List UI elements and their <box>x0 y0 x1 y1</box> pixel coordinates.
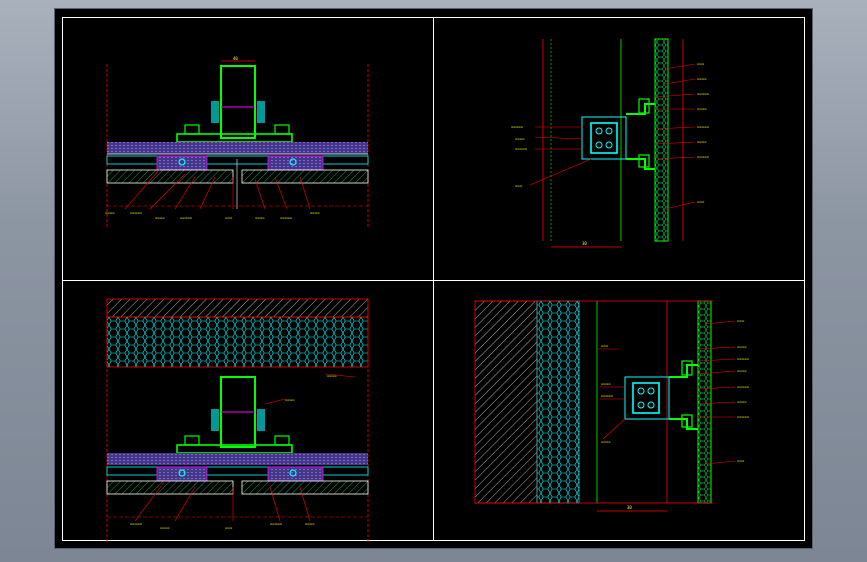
svg-text:=====: ===== <box>601 393 614 398</box>
svg-text:40: 40 <box>233 56 238 61</box>
svg-text:====: ==== <box>327 373 337 378</box>
svg-text:====: ==== <box>697 139 707 144</box>
svg-text:====: ==== <box>105 210 115 215</box>
svg-text:====: ==== <box>601 381 611 386</box>
svg-text:====: ==== <box>255 215 265 220</box>
svg-text:===: === <box>515 183 523 188</box>
svg-text:30: 30 <box>582 241 587 246</box>
svg-text:=====: ===== <box>697 91 710 96</box>
svg-text:===: === <box>601 343 609 348</box>
cad-sheet: 40 ==== ===== ==== ===== === ==== ===== … <box>55 9 812 548</box>
svg-text:====: ==== <box>737 368 747 373</box>
view-top-right: 30 ===== ==== ===== === === ==== ===== =… <box>511 38 710 248</box>
svg-text:=====: ===== <box>511 124 524 129</box>
svg-text:====: ==== <box>155 215 165 220</box>
svg-text:30: 30 <box>627 505 632 510</box>
view-top-left: 40 ==== ===== ==== ===== === ==== ===== … <box>105 56 369 229</box>
svg-text:====: ==== <box>697 106 707 111</box>
svg-text:=====: ===== <box>270 521 283 526</box>
svg-text:=====: ===== <box>697 124 710 129</box>
svg-text:====: ==== <box>737 344 747 349</box>
svg-text:====: ==== <box>310 210 320 215</box>
view-bottom-left: ===== ==== === ===== ==== ==== ==== <box>106 298 369 544</box>
svg-text:====: ==== <box>697 76 707 81</box>
svg-text:=====: ===== <box>130 210 143 215</box>
svg-text:====: ==== <box>515 136 525 141</box>
svg-text:=====: ===== <box>180 215 193 220</box>
svg-text:=====: ===== <box>737 384 750 389</box>
svg-text:=====: ===== <box>697 154 710 159</box>
svg-text:=====: ===== <box>515 146 528 151</box>
svg-text:===: === <box>737 318 745 323</box>
svg-text:====: ==== <box>285 397 295 402</box>
svg-text:===: === <box>697 61 705 66</box>
svg-text:====: ==== <box>601 439 611 444</box>
svg-text:=====: ===== <box>280 215 293 220</box>
drawing-canvas: 40 ==== ===== ==== ===== === ==== ===== … <box>105 38 750 544</box>
svg-text:====: ==== <box>160 525 170 530</box>
svg-text:=====: ===== <box>737 414 750 419</box>
svg-text:=====: ===== <box>737 356 750 361</box>
svg-text:===: === <box>225 215 233 220</box>
svg-text:===: === <box>737 458 745 463</box>
view-bottom-right: 30 === ==== ===== ==== === ==== ===== ==… <box>474 300 750 512</box>
svg-text:===: === <box>225 525 233 530</box>
svg-text:====: ==== <box>305 521 315 526</box>
svg-text:=====: ===== <box>130 521 143 526</box>
svg-text:====: ==== <box>737 399 747 404</box>
svg-text:===: === <box>697 199 705 204</box>
